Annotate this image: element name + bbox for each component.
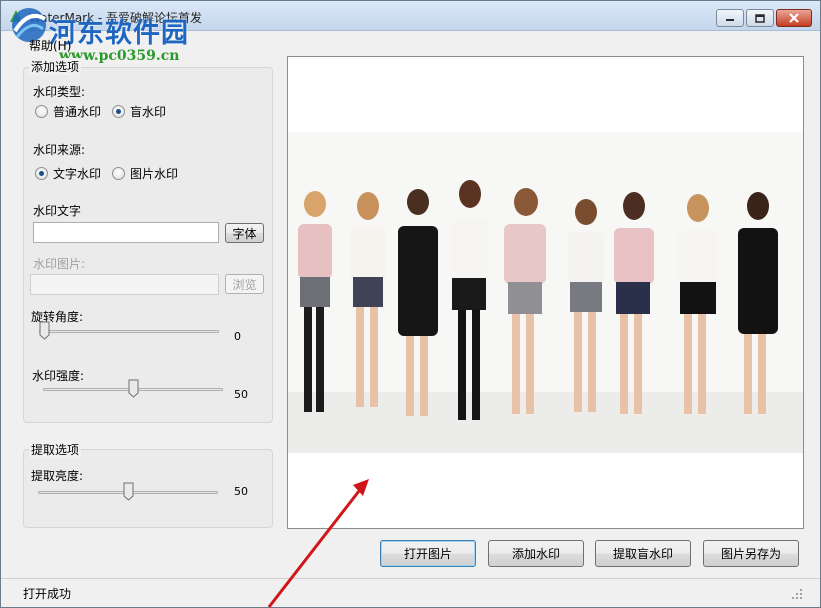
save-image-as-button[interactable]: 图片另存为	[703, 540, 799, 567]
preview-photo	[288, 132, 803, 453]
radio-image-watermark[interactable]: 图片水印	[112, 165, 178, 182]
app-window: WaterMark - 吾爱破解论坛首发 河东软件园 www.pc0359.cn…	[0, 0, 821, 608]
resize-grip-icon[interactable]	[792, 589, 802, 599]
add-watermark-button[interactable]: 添加水印	[488, 540, 584, 567]
slider-track	[39, 330, 219, 333]
status-text: 打开成功	[23, 587, 72, 601]
open-image-button[interactable]: 打开图片	[380, 540, 476, 567]
browse-button[interactable]: 浏览	[225, 274, 264, 294]
watermark-text-input[interactable]	[33, 222, 219, 243]
rotation-value: 0	[234, 330, 241, 343]
rotation-slider[interactable]	[39, 321, 219, 341]
slider-thumb[interactable]	[128, 379, 139, 398]
watermark-source-label: 水印来源:	[33, 143, 86, 157]
watermark-text-label: 水印文字	[33, 204, 82, 218]
radio-label: 普通水印	[53, 105, 102, 119]
strength-slider[interactable]	[43, 379, 223, 399]
strength-value: 50	[234, 388, 248, 401]
radio-text-watermark[interactable]: 文字水印	[35, 165, 101, 182]
radio-label: 盲水印	[130, 105, 167, 119]
add-options-title: 添加选项	[29, 58, 82, 75]
image-preview	[287, 56, 804, 529]
watermark-type-label: 水印类型:	[33, 85, 86, 99]
close-button[interactable]	[776, 9, 812, 27]
slider-thumb[interactable]	[123, 482, 134, 501]
maximize-button[interactable]	[746, 9, 774, 27]
watermark-image-label: 水印图片:	[33, 257, 86, 271]
status-bar: 打开成功	[1, 578, 820, 607]
extract-blind-watermark-button[interactable]: 提取盲水印	[595, 540, 691, 567]
extract-options-title: 提取选项	[29, 441, 82, 458]
menu-help[interactable]: 帮助(H)	[29, 37, 71, 54]
radio-blind-watermark[interactable]: 盲水印	[112, 103, 166, 120]
window-controls	[716, 9, 812, 27]
minimize-button[interactable]	[716, 9, 744, 27]
radio-indicator	[112, 105, 125, 118]
maximize-icon	[755, 13, 765, 23]
radio-label: 文字水印	[53, 167, 102, 181]
brightness-value: 50	[234, 485, 248, 498]
radio-indicator	[35, 105, 48, 118]
close-icon	[789, 13, 799, 23]
watermark-image-input[interactable]	[30, 274, 219, 295]
font-button[interactable]: 字体	[225, 223, 264, 243]
radio-indicator	[35, 167, 48, 180]
brightness-slider[interactable]	[38, 482, 218, 502]
radio-label: 图片水印	[130, 167, 179, 181]
radio-indicator	[112, 167, 125, 180]
slider-thumb[interactable]	[39, 321, 50, 340]
minimize-icon	[726, 19, 734, 21]
radio-normal-watermark[interactable]: 普通水印	[35, 103, 101, 120]
